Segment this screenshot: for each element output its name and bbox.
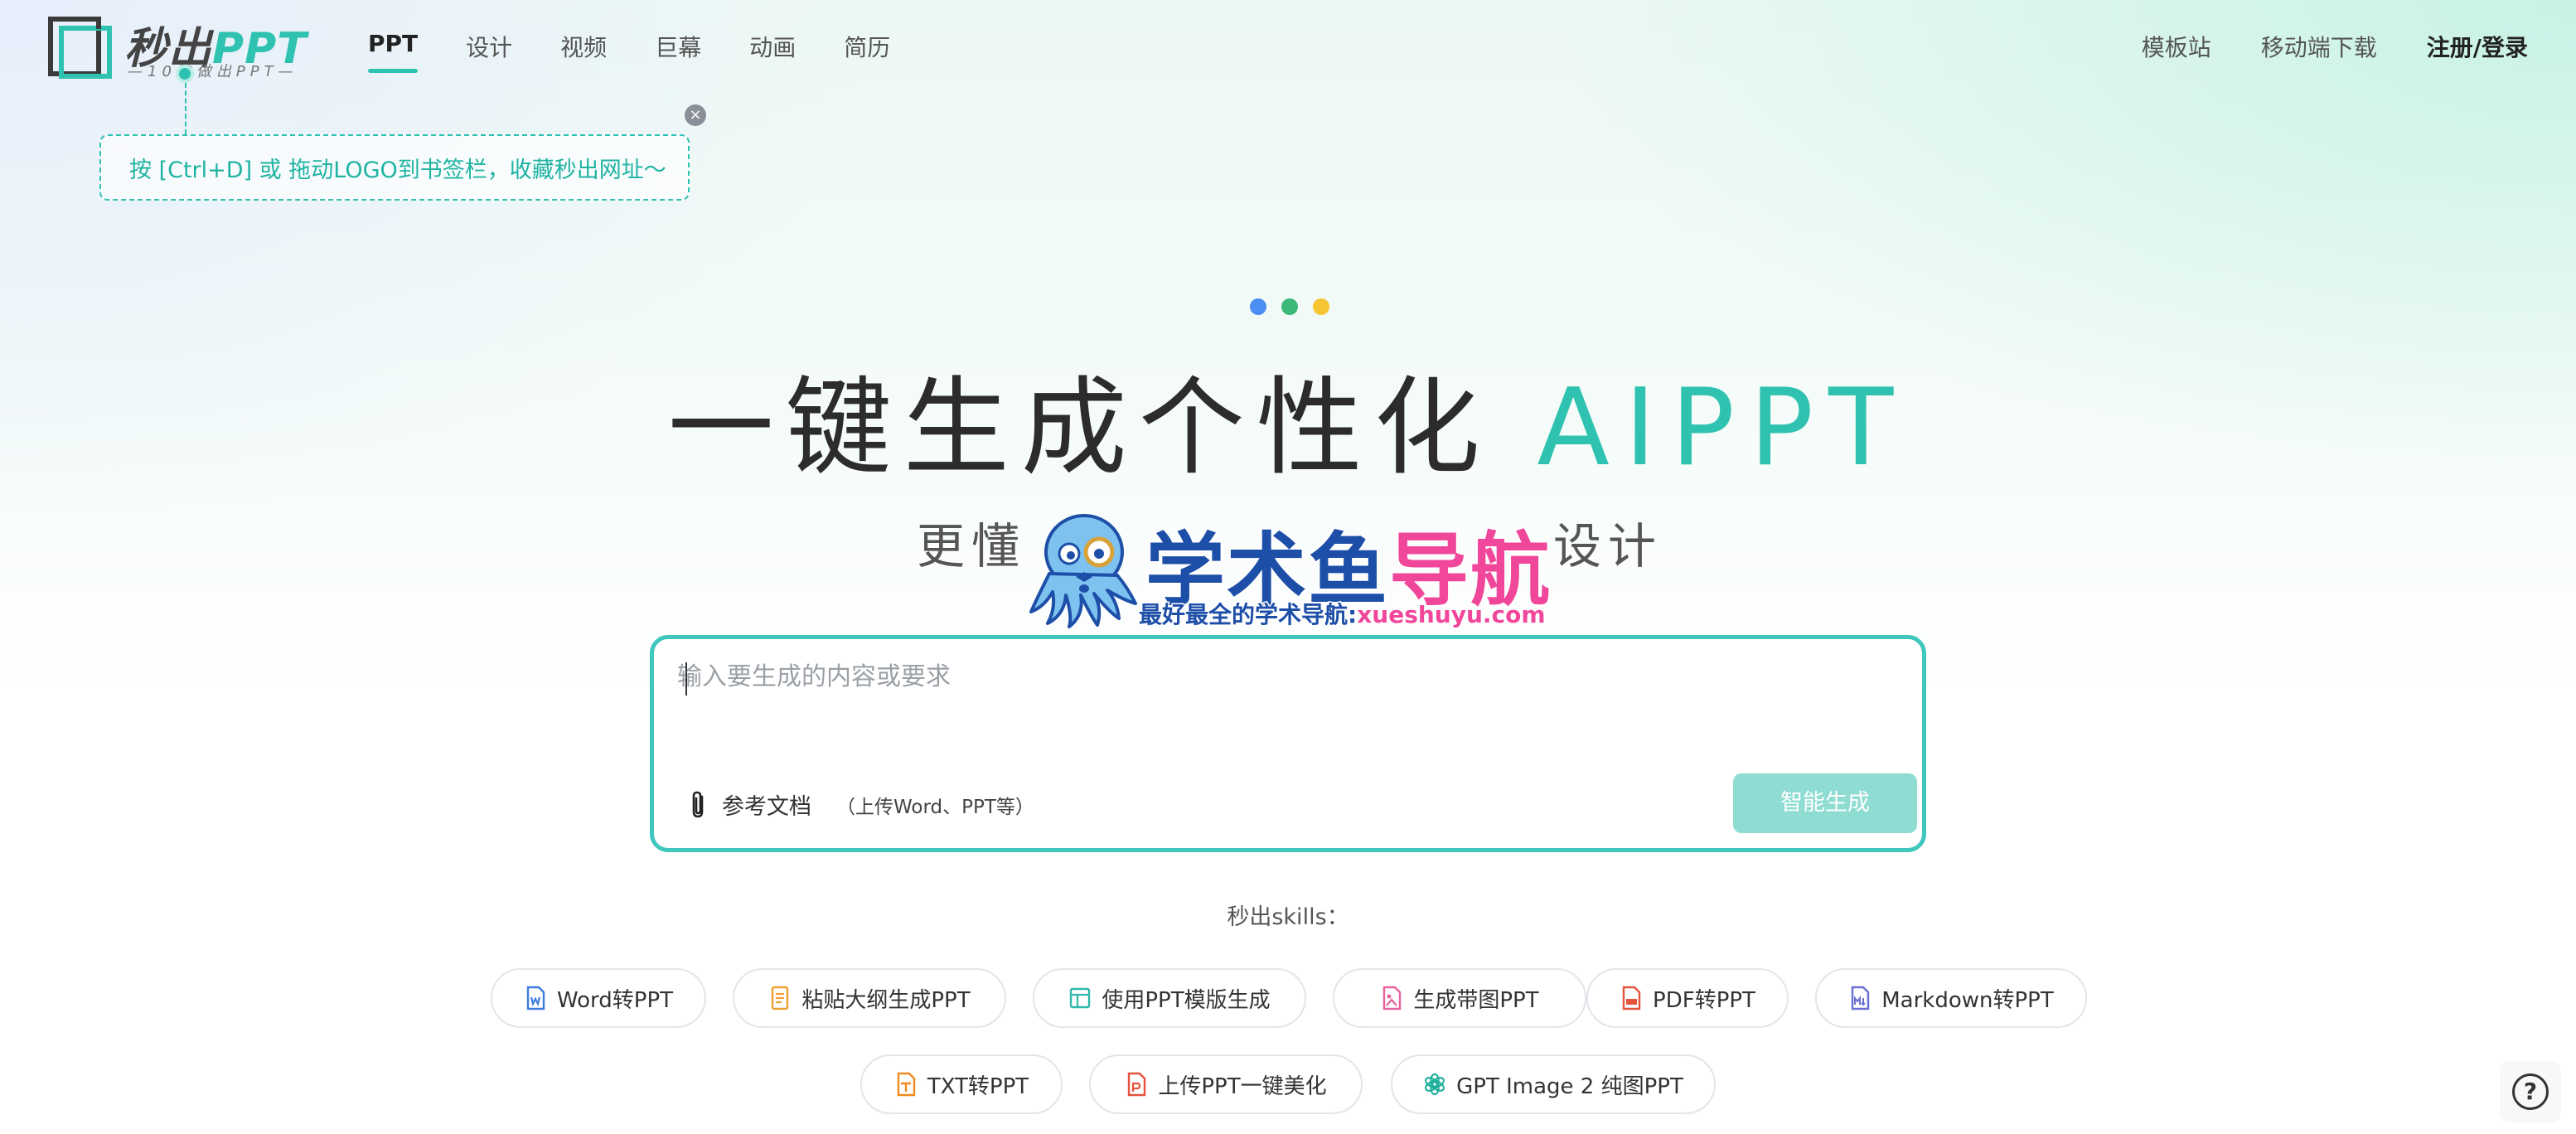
skill-template-generate[interactable]: 使用PPT模版生成 xyxy=(1033,968,1306,1028)
nav-animation[interactable]: 动画 xyxy=(749,30,796,63)
logo-mark-icon xyxy=(48,17,112,79)
template-icon xyxy=(1070,987,1091,1009)
skill-label: 生成带图PPT xyxy=(1413,987,1539,1013)
bookmark-tip-connector xyxy=(185,83,186,134)
nav-resume[interactable]: 简历 xyxy=(844,30,890,63)
hero-subtitle-right: 设计 xyxy=(1553,518,1663,574)
openai-icon xyxy=(1425,1073,1445,1096)
generate-button[interactable]: 智能生成 xyxy=(1733,773,1917,833)
nav-ppt[interactable]: PPT xyxy=(368,30,419,73)
help-button[interactable]: ? xyxy=(2500,1061,2561,1122)
paperclip-icon xyxy=(692,791,704,817)
login-button[interactable]: 注册/登录 xyxy=(2427,30,2528,63)
header: 秒出PPT —10秒做出PPT— PPT 设计 视频 巨幕 动画 简历 模板站 … xyxy=(0,0,2576,99)
right-nav: 模板站 移动端下载 注册/登录 xyxy=(2092,30,2528,63)
skill-label: GPT Image 2 纯图PPT xyxy=(1456,1073,1683,1099)
nav-big-screen[interactable]: 巨幕 xyxy=(655,30,701,63)
skill-word-to-ppt[interactable]: Word转PPT xyxy=(491,968,706,1028)
dot-yellow xyxy=(1313,298,1329,315)
skill-label: Word转PPT xyxy=(556,987,674,1013)
ppt-doc-icon xyxy=(1128,1072,1146,1097)
prompt-box: 参考文档 （上传Word、PPT等） 智能生成 xyxy=(650,635,1926,852)
skills-title: 秒出skills： xyxy=(1227,904,1349,930)
skill-label: TXT转PPT xyxy=(927,1073,1029,1099)
dot-blue xyxy=(1250,298,1266,315)
hero-title: 一键生成个性化 AIPPT xyxy=(667,366,1909,490)
pdf-doc-icon xyxy=(1622,986,1641,1010)
octopus-mascot-icon xyxy=(1029,514,1137,628)
logo-drag-dot[interactable] xyxy=(176,65,194,83)
watermark-overlay: 学术鱼导航 最好最全的学术导航:xueshuyu.com xyxy=(1028,506,1558,630)
nav-video[interactable]: 视频 xyxy=(560,30,607,63)
prompt-input[interactable] xyxy=(677,656,1838,755)
dot-green xyxy=(1281,298,1298,315)
nav-design[interactable]: 设计 xyxy=(466,30,512,63)
outline-doc-icon xyxy=(772,986,789,1010)
word-doc-icon xyxy=(526,986,545,1010)
skill-pdf-to-ppt[interactable]: PDF转PPT xyxy=(1586,968,1789,1028)
skill-label: 粘贴大纲生成PPT xyxy=(801,987,971,1013)
logo-subtitle: —10秒做出PPT— xyxy=(128,63,298,80)
skill-outline-to-ppt[interactable]: 粘贴大纲生成PPT xyxy=(733,968,1006,1028)
skill-markdown-to-ppt[interactable]: Markdown转PPT xyxy=(1815,968,2087,1028)
skill-ppt-beautify[interactable]: 上传PPT一键美化 xyxy=(1089,1054,1363,1114)
close-icon[interactable]: × xyxy=(685,104,706,126)
markdown-doc-icon xyxy=(1852,986,1870,1010)
watermark-caption: 最好最全的学术导航:xueshuyu.com xyxy=(1137,600,1547,630)
bookmark-tip: 按 [Ctrl+D] 或 拖动LOGO到书签栏，收藏秒出网址～ xyxy=(99,134,690,201)
help-icon: ? xyxy=(2512,1073,2549,1110)
skill-gpt-image-ppt[interactable]: GPT Image 2 纯图PPT xyxy=(1391,1054,1716,1114)
image-doc-icon xyxy=(1383,986,1402,1010)
reference-doc-label: 参考文档 xyxy=(722,794,811,820)
decor-dots xyxy=(1250,298,1329,315)
hero-subtitle-left: 更懂 xyxy=(917,518,1027,574)
reference-doc-upload[interactable]: 参考文档 （上传Word、PPT等） xyxy=(687,788,1034,821)
skill-label: 使用PPT模版生成 xyxy=(1102,987,1271,1013)
templates-link[interactable]: 模板站 xyxy=(2142,30,2211,63)
skill-label: PDF转PPT xyxy=(1653,987,1755,1013)
skill-label: 上传PPT一键美化 xyxy=(1158,1073,1327,1099)
mobile-download-link[interactable]: 移动端下载 xyxy=(2261,30,2377,63)
skill-image-ppt[interactable]: 生成带图PPT xyxy=(1333,968,1586,1028)
skill-label: Markdown转PPT xyxy=(1881,987,2054,1013)
text-caret xyxy=(685,662,687,695)
reference-doc-hint: （上传Word、PPT等） xyxy=(836,796,1034,818)
txt-doc-icon xyxy=(897,1072,916,1097)
main-nav: PPT 设计 视频 巨幕 动画 简历 xyxy=(368,30,938,73)
skill-txt-to-ppt[interactable]: TXT转PPT xyxy=(860,1054,1063,1114)
